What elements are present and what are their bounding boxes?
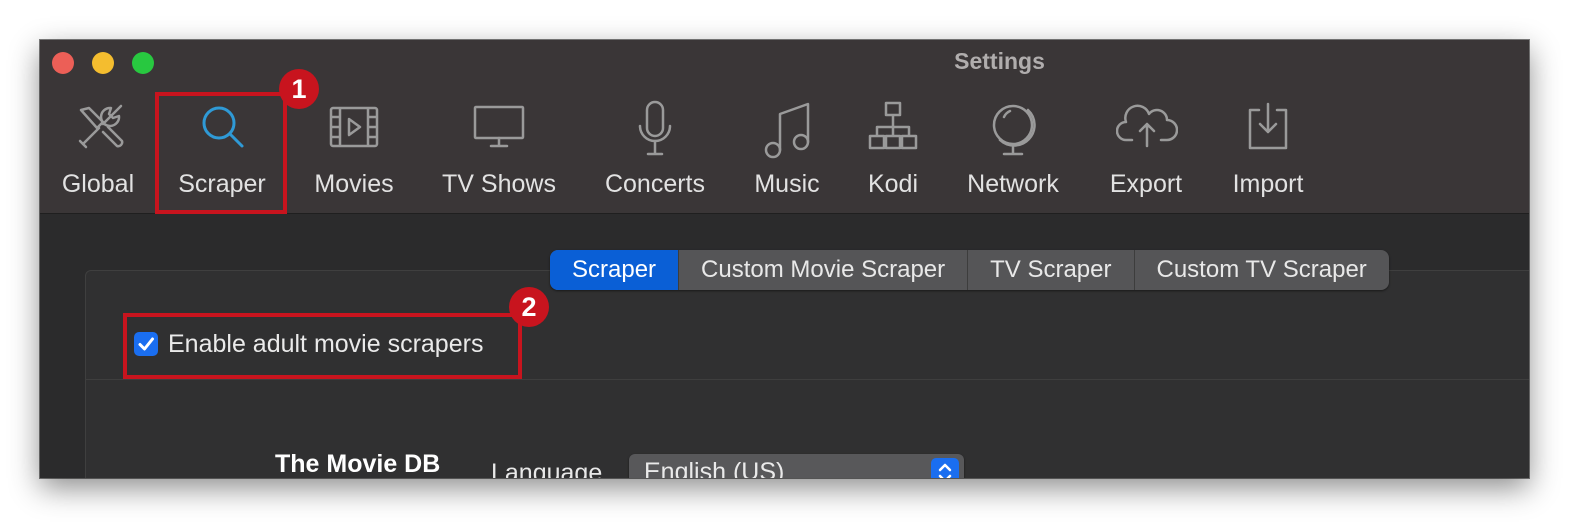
language-select-value: English (US) — [644, 458, 785, 478]
tools-icon — [78, 104, 124, 149]
language-label: Language — [491, 459, 603, 478]
up-down-chevron-icon — [938, 463, 952, 478]
title-bar: Settings — [40, 40, 1529, 91]
select-stepper[interactable] — [931, 458, 959, 478]
toolbar-label-concerts: Concerts — [604, 170, 706, 198]
annotation-badge-2: 2 — [509, 287, 549, 327]
monitor-icon — [473, 105, 525, 148]
toolbar-item-movies[interactable]: Movies — [302, 90, 406, 213]
toolbar-label-import: Import — [1232, 170, 1304, 198]
download-tray-icon — [1248, 102, 1288, 150]
tab-custom-tv-scraper[interactable]: Custom TV Scraper — [1133, 250, 1389, 290]
toolbar-label-global: Global — [61, 170, 135, 198]
scraper-tab-bar: Scraper Custom Movie Scraper TV Scraper … — [550, 250, 1389, 290]
toolbar-item-export[interactable]: Export — [1098, 90, 1194, 213]
toolbar-item-import[interactable]: Import — [1220, 90, 1316, 213]
cloud-upload-icon — [1116, 104, 1178, 148]
annotation-box-2 — [123, 313, 522, 379]
annotation-badge-1: 1 — [279, 69, 319, 109]
section-divider — [85, 379, 1529, 380]
tmdb-section-title: The Movie DB — [275, 450, 441, 478]
toolbar-item-tv-shows[interactable]: TV Shows — [430, 90, 568, 213]
window-title: Settings — [954, 48, 1045, 74]
tab-scraper[interactable]: Scraper — [550, 250, 679, 290]
microphone-icon — [638, 100, 672, 156]
language-select[interactable]: English (US) — [629, 454, 964, 478]
toolbar-label-tv-shows: TV Shows — [442, 170, 556, 198]
globe-icon — [992, 104, 1036, 156]
toolbar-item-music[interactable]: Music — [742, 90, 832, 213]
toolbar-item-concerts[interactable]: Concerts — [594, 90, 716, 213]
toolbar-item-kodi[interactable]: Kodi — [856, 90, 930, 213]
music-note-icon — [764, 102, 810, 159]
tab-tv-scraper[interactable]: TV Scraper — [967, 250, 1133, 290]
film-icon — [329, 106, 379, 148]
annotation-box-1 — [155, 92, 287, 214]
tab-custom-movie-scraper[interactable]: Custom Movie Scraper — [678, 250, 967, 290]
toolbar-label-movies: Movies — [314, 170, 394, 198]
toolbar-label-export: Export — [1109, 170, 1183, 198]
toolbar-label-music: Music — [754, 170, 820, 198]
toolbar-item-global[interactable]: Global — [48, 90, 148, 213]
toolbar-item-network[interactable]: Network — [954, 90, 1072, 213]
toolbar-label-network: Network — [967, 170, 1059, 198]
toolbar-label-kodi: Kodi — [867, 170, 919, 198]
network-tree-icon — [868, 101, 918, 150]
